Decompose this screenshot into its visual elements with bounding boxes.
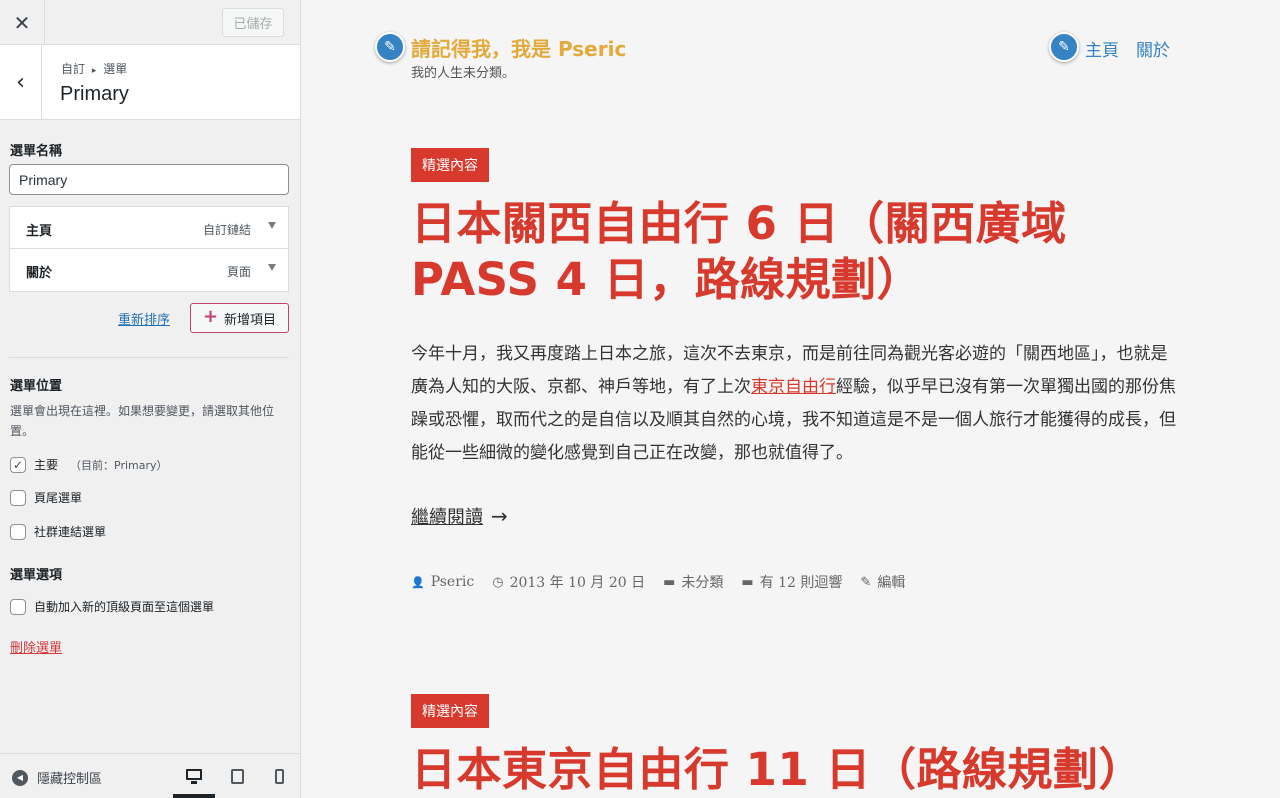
preview-tablet-button[interactable] — [216, 754, 258, 798]
location-current-note: （目前：Primary） — [70, 458, 168, 472]
post-title[interactable]: 日本東京自由行 11 日（路線規劃） — [411, 742, 1143, 798]
footer-checkbox[interactable] — [10, 489, 26, 506]
post-meta: 👤 Pseric ◷ 2013 年 10 月 20 日 ▬ 未分類 ▬ 有 12 則迴響… — [411, 572, 905, 592]
preview-desktop-button[interactable] — [173, 754, 215, 798]
customizer-footer: ◀ 隱藏控制區 — [0, 753, 300, 798]
menu-item-title: 關於 — [26, 266, 53, 281]
location-label: 頁尾選單 — [34, 491, 83, 505]
menu-item-title: 主頁 — [26, 224, 53, 239]
social-checkbox[interactable] — [10, 523, 26, 540]
location-label: 社群連結選單 — [34, 525, 107, 539]
plus-icon: + — [202, 306, 219, 327]
menu-locations-description: 選單會出現在這裡。如果想要變更，請選取其他位置。 — [10, 404, 275, 438]
arrow-right-icon: → — [491, 504, 508, 528]
delete-menu-link[interactable]: 刪除選單 — [10, 637, 62, 656]
post-title[interactable]: 日本關西自由行 6 日（關西廣域 PASS 4 日，路線規劃） — [411, 196, 1131, 308]
back-button[interactable]: ‹ — [0, 45, 42, 119]
post-date: 2013 年 10 月 20 日 — [509, 575, 646, 591]
site-tagline: 我的人生未分類。 — [411, 66, 516, 81]
collapse-icon: ◀ — [12, 769, 28, 786]
edit-shortcut-pencil-icon[interactable]: ✎ — [375, 32, 405, 62]
pencil-icon: ✎ — [1058, 39, 1070, 55]
breadcrumb-current: 選單 — [103, 62, 128, 76]
saved-button[interactable]: 已儲存 — [222, 8, 284, 37]
menu-item-about[interactable]: 關於 頁面 — [10, 249, 288, 291]
close-customizer-button[interactable]: ✕ — [0, 0, 45, 45]
edit-menu-pencil-icon[interactable]: ✎ — [1049, 32, 1079, 62]
customizer-sidebar: ✕ 已儲存 ‹ 自訂 ▸ 選單 Primary 選單名稱 主頁 自訂鏈結 關於 … — [0, 0, 301, 798]
section-title: Primary — [60, 83, 129, 105]
pencil-icon: ✎ — [384, 39, 396, 55]
breadcrumb-parent: 自訂 — [61, 62, 86, 76]
meta-author[interactable]: 👤 Pseric — [411, 572, 474, 592]
meta-date[interactable]: ◷ 2013 年 10 月 20 日 — [492, 572, 645, 592]
primary-navigation: 主頁 關於 — [1085, 36, 1170, 61]
mobile-icon — [274, 768, 284, 784]
divider — [9, 357, 289, 358]
site-preview: ✎ 請記得我，我是 Pseric 我的人生未分類。 ✎ 主頁 關於 精選內容 日… — [301, 0, 1280, 798]
preview-mobile-button[interactable] — [258, 754, 300, 798]
meta-comments[interactable]: ▬ 有 12 則迴響 — [741, 572, 842, 592]
location-label: 主要 — [34, 458, 59, 472]
post-category-badge[interactable]: 精選內容 — [411, 148, 489, 182]
primary-checkbox[interactable]: ✓ — [10, 456, 26, 473]
section-header: ‹ 自訂 ▸ 選單 Primary — [0, 45, 300, 120]
site-title[interactable]: 請記得我，我是 Pseric — [411, 33, 626, 62]
reorder-link[interactable]: 重新排序 — [118, 309, 170, 328]
folder-icon: ▬ — [663, 574, 676, 590]
menu-items-list: 主頁 自訂鏈結 關於 頁面 — [9, 206, 289, 292]
comment-count: 有 12 則迴響 — [759, 575, 843, 591]
excerpt-link[interactable]: 東京自由行 — [751, 377, 836, 397]
menu-options-label: 選單選項 — [10, 568, 63, 583]
post-category: 未分類 — [681, 575, 724, 591]
author-name: Pseric — [430, 574, 475, 590]
location-primary-checkbox-row[interactable]: ✓ 主要 （目前：Primary） — [10, 456, 168, 473]
auto-add-checkbox[interactable] — [10, 598, 26, 615]
caret-down-icon[interactable] — [268, 264, 276, 271]
menu-item-home[interactable]: 主頁 自訂鏈結 — [10, 207, 288, 249]
menu-locations-label: 選單位置 — [10, 379, 63, 394]
menu-name-label: 選單名稱 — [10, 144, 63, 159]
breadcrumb-separator-icon: ▸ — [91, 66, 97, 76]
close-icon: ✕ — [13, 10, 31, 35]
customizer-topbar: ✕ 已儲存 — [0, 0, 300, 45]
auto-add-label: 自動加入新的頂級頁面至這個選單 — [34, 600, 215, 614]
breadcrumb: 自訂 ▸ 選單 — [61, 60, 127, 77]
clock-icon: ◷ — [492, 574, 504, 590]
read-more-link[interactable]: 繼續閱讀 → — [411, 503, 508, 529]
user-icon: 👤 — [411, 575, 425, 589]
caret-down-icon[interactable] — [268, 222, 276, 229]
comment-icon: ▬ — [741, 574, 754, 590]
nav-item-about[interactable]: 關於 — [1136, 36, 1170, 61]
location-social-checkbox-row[interactable]: 社群連結選單 — [10, 523, 106, 540]
tablet-icon — [230, 768, 244, 784]
read-more-label: 繼續閱讀 — [411, 507, 483, 528]
meta-category[interactable]: ▬ 未分類 — [663, 572, 723, 592]
add-items-label: 新增項目 — [224, 312, 277, 328]
check-icon: ✓ — [12, 457, 24, 472]
edit-icon: ✎ — [860, 574, 872, 590]
hide-controls-label: 隱藏控制區 — [37, 772, 103, 787]
desktop-icon — [186, 768, 202, 784]
post-excerpt: 今年十月，我又再度踏上日本之旅，這次不去東京，而是前往同為觀光客必遊的「關西地區… — [411, 338, 1181, 470]
auto-add-checkbox-row[interactable]: 自動加入新的頂級頁面至這個選單 — [10, 598, 214, 615]
menu-item-type: 頁面 — [226, 265, 251, 279]
post-category-badge[interactable]: 精選內容 — [411, 694, 489, 728]
location-footer-checkbox-row[interactable]: 頁尾選單 — [10, 489, 82, 506]
hide-controls-button[interactable]: ◀ 隱藏控制區 — [12, 768, 102, 787]
meta-edit[interactable]: ✎ 編輯 — [860, 572, 905, 592]
menu-name-input[interactable] — [9, 164, 289, 195]
edit-label: 編輯 — [877, 575, 906, 591]
nav-item-home[interactable]: 主頁 — [1085, 36, 1119, 61]
add-items-button[interactable]: + 新增項目 — [190, 303, 289, 333]
chevron-left-icon: ‹ — [16, 69, 25, 95]
menu-item-type: 自訂鏈結 — [202, 223, 251, 237]
